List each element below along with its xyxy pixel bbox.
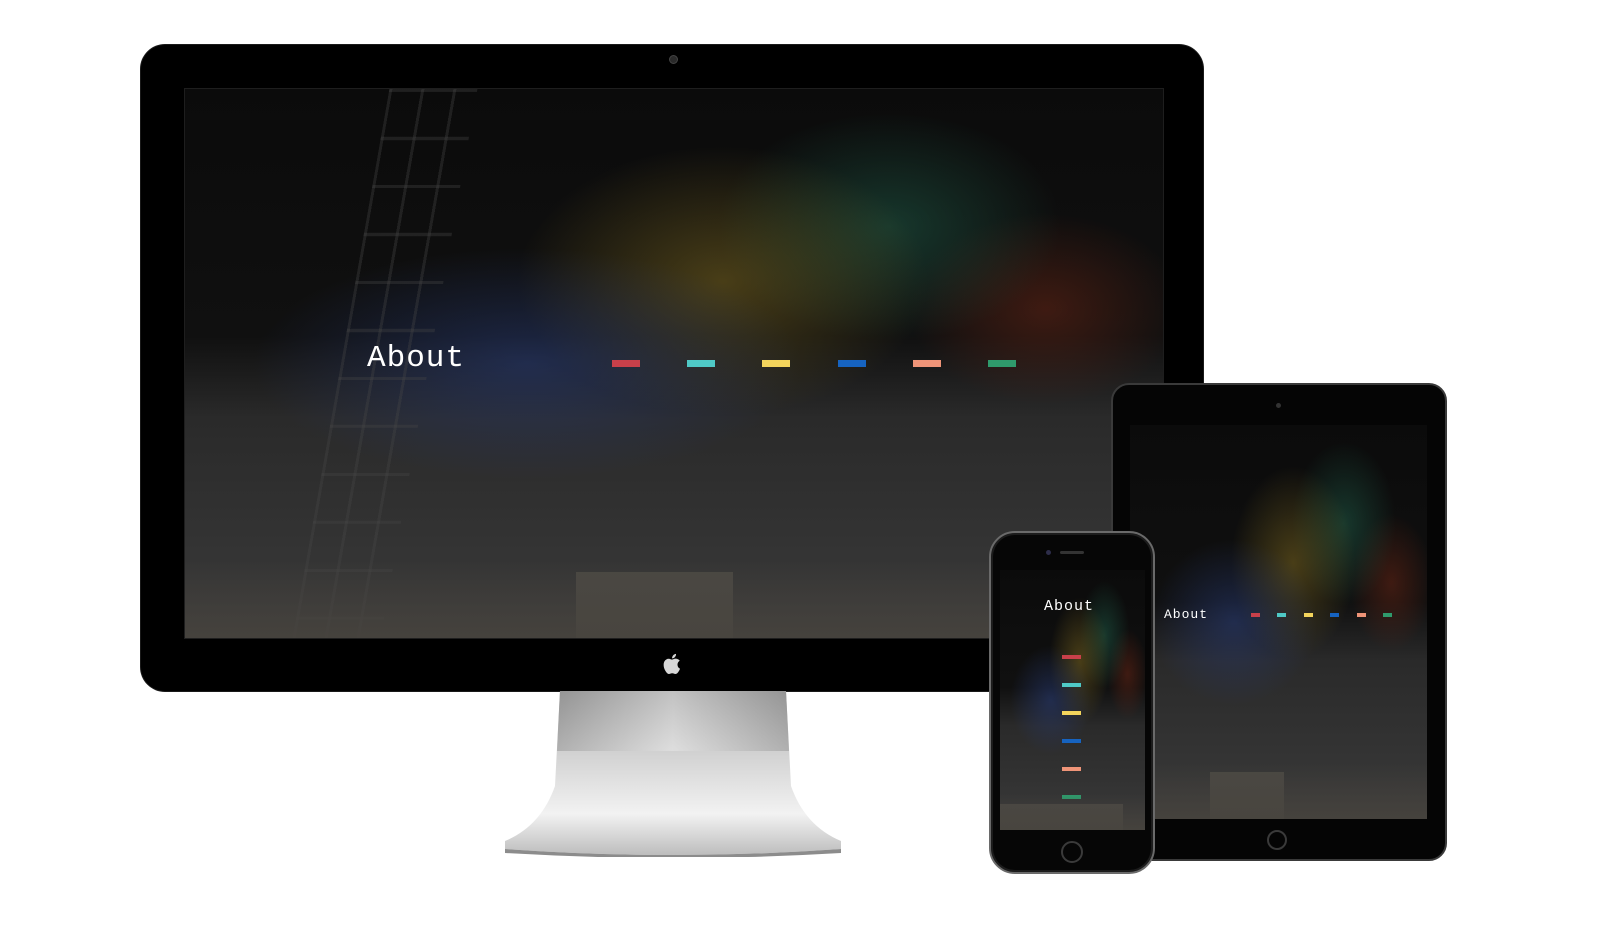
tablet-flag-green[interactable] [1383, 613, 1392, 617]
phone-flag-teal[interactable] [1062, 683, 1081, 687]
phone-camera-icon [1046, 550, 1051, 555]
phone-speaker-icon [1060, 551, 1084, 554]
monitor-stand [505, 691, 841, 857]
desktop-flag-teal[interactable] [687, 360, 715, 367]
desktop-flag-salmon[interactable] [913, 360, 941, 367]
phone-flag-salmon[interactable] [1062, 767, 1081, 771]
building-decoration [1210, 771, 1285, 819]
desktop-flag-blue[interactable] [838, 360, 866, 367]
desktop-flag-green[interactable] [988, 360, 1016, 367]
phone-flag-red[interactable] [1062, 655, 1081, 659]
apple-logo-icon [663, 653, 680, 675]
phone-screen: About [1000, 570, 1145, 830]
desktop-flag-red[interactable] [612, 360, 640, 367]
desktop-flag-yellow[interactable] [762, 360, 790, 367]
tablet-flag-blue[interactable] [1330, 613, 1339, 617]
phone-flag-yellow[interactable] [1062, 711, 1081, 715]
phone-home-button[interactable] [1061, 841, 1083, 863]
tablet-about-heading[interactable]: About [1164, 607, 1208, 622]
tablet-flag-yellow[interactable] [1304, 613, 1313, 617]
monitor-camera-icon [669, 55, 678, 64]
tablet-camera-icon [1276, 403, 1281, 408]
tablet-screen: About [1130, 425, 1427, 819]
tablet-home-button[interactable] [1267, 830, 1287, 850]
tablet-flag-red[interactable] [1251, 613, 1260, 617]
phone-flag-green[interactable] [1062, 795, 1081, 799]
tablet-flag-teal[interactable] [1277, 613, 1286, 617]
phone-flag-blue[interactable] [1062, 739, 1081, 743]
building-decoration [1000, 804, 1124, 830]
tablet-flag-salmon[interactable] [1357, 613, 1366, 617]
desktop-about-heading[interactable]: About [367, 341, 465, 376]
building-decoration [576, 572, 733, 638]
phone-about-heading[interactable]: About [1044, 598, 1094, 615]
